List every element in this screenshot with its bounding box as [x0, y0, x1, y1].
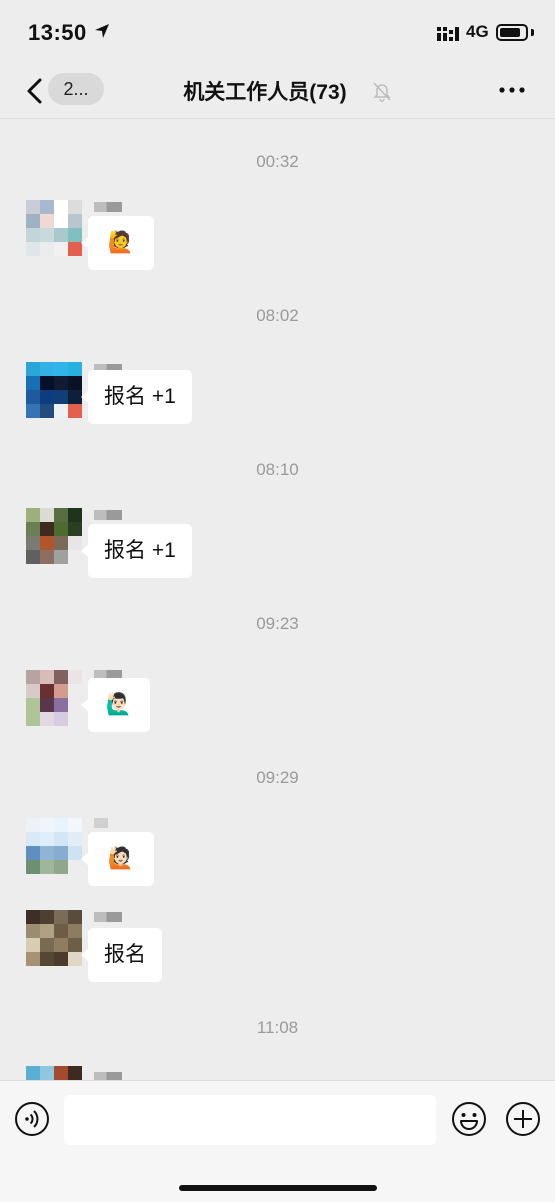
network-label: 4G	[466, 22, 489, 41]
avatar[interactable]	[26, 1066, 82, 1080]
message-bubble[interactable]: 报名 +1	[81, 524, 192, 578]
sender-nickname	[94, 912, 122, 922]
sender-nickname	[94, 818, 108, 828]
bell-muted-icon	[373, 82, 391, 102]
message-timestamp: 09:23	[256, 614, 299, 633]
message-bubble[interactable]: 🙋🏻	[81, 832, 154, 886]
avatar[interactable]	[26, 200, 82, 256]
message-bubble[interactable]: 🙋	[81, 216, 154, 270]
battery-cap	[531, 29, 534, 36]
avatar[interactable]	[26, 670, 82, 726]
chat-input-bar	[0, 1080, 555, 1202]
more-dots-icon[interactable]	[494, 78, 530, 102]
status-time: 13:50	[28, 20, 87, 45]
battery-icon	[496, 24, 528, 41]
plus-circle-icon[interactable]	[505, 1101, 541, 1137]
status-bar: 13:50 4G	[0, 0, 555, 64]
message-bubble[interactable]: 报名	[81, 928, 162, 982]
nav-bar: 2... 机关工作人员(73)	[0, 64, 555, 119]
avatar[interactable]	[26, 508, 82, 564]
message-timestamp: 11:08	[256, 1018, 299, 1037]
voice-icon[interactable]	[14, 1101, 50, 1137]
message-bubble[interactable]: 🙋🏻‍♂️	[81, 678, 150, 732]
sender-nickname	[94, 202, 122, 212]
smiley-icon[interactable]	[451, 1101, 487, 1137]
message-timestamp: 00:32	[256, 152, 299, 171]
location-arrow-icon	[95, 24, 109, 38]
home-indicator[interactable]	[179, 1185, 377, 1191]
sender-nickname	[94, 1072, 122, 1080]
sender-nickname	[94, 510, 122, 520]
message-bubble[interactable]: 报名 +1	[81, 370, 192, 424]
avatar[interactable]	[26, 910, 82, 966]
chat-title: 机关工作人员(73)	[183, 81, 347, 104]
signal-icon	[437, 27, 459, 41]
avatar[interactable]	[26, 362, 82, 418]
message-timestamp: 08:02	[256, 306, 299, 325]
unread-count-badge[interactable]: 2...	[48, 73, 104, 105]
message-input[interactable]	[64, 1095, 436, 1145]
avatar[interactable]	[26, 818, 82, 874]
message-timestamp: 09:29	[256, 768, 299, 787]
message-timestamp: 08:10	[256, 460, 299, 479]
